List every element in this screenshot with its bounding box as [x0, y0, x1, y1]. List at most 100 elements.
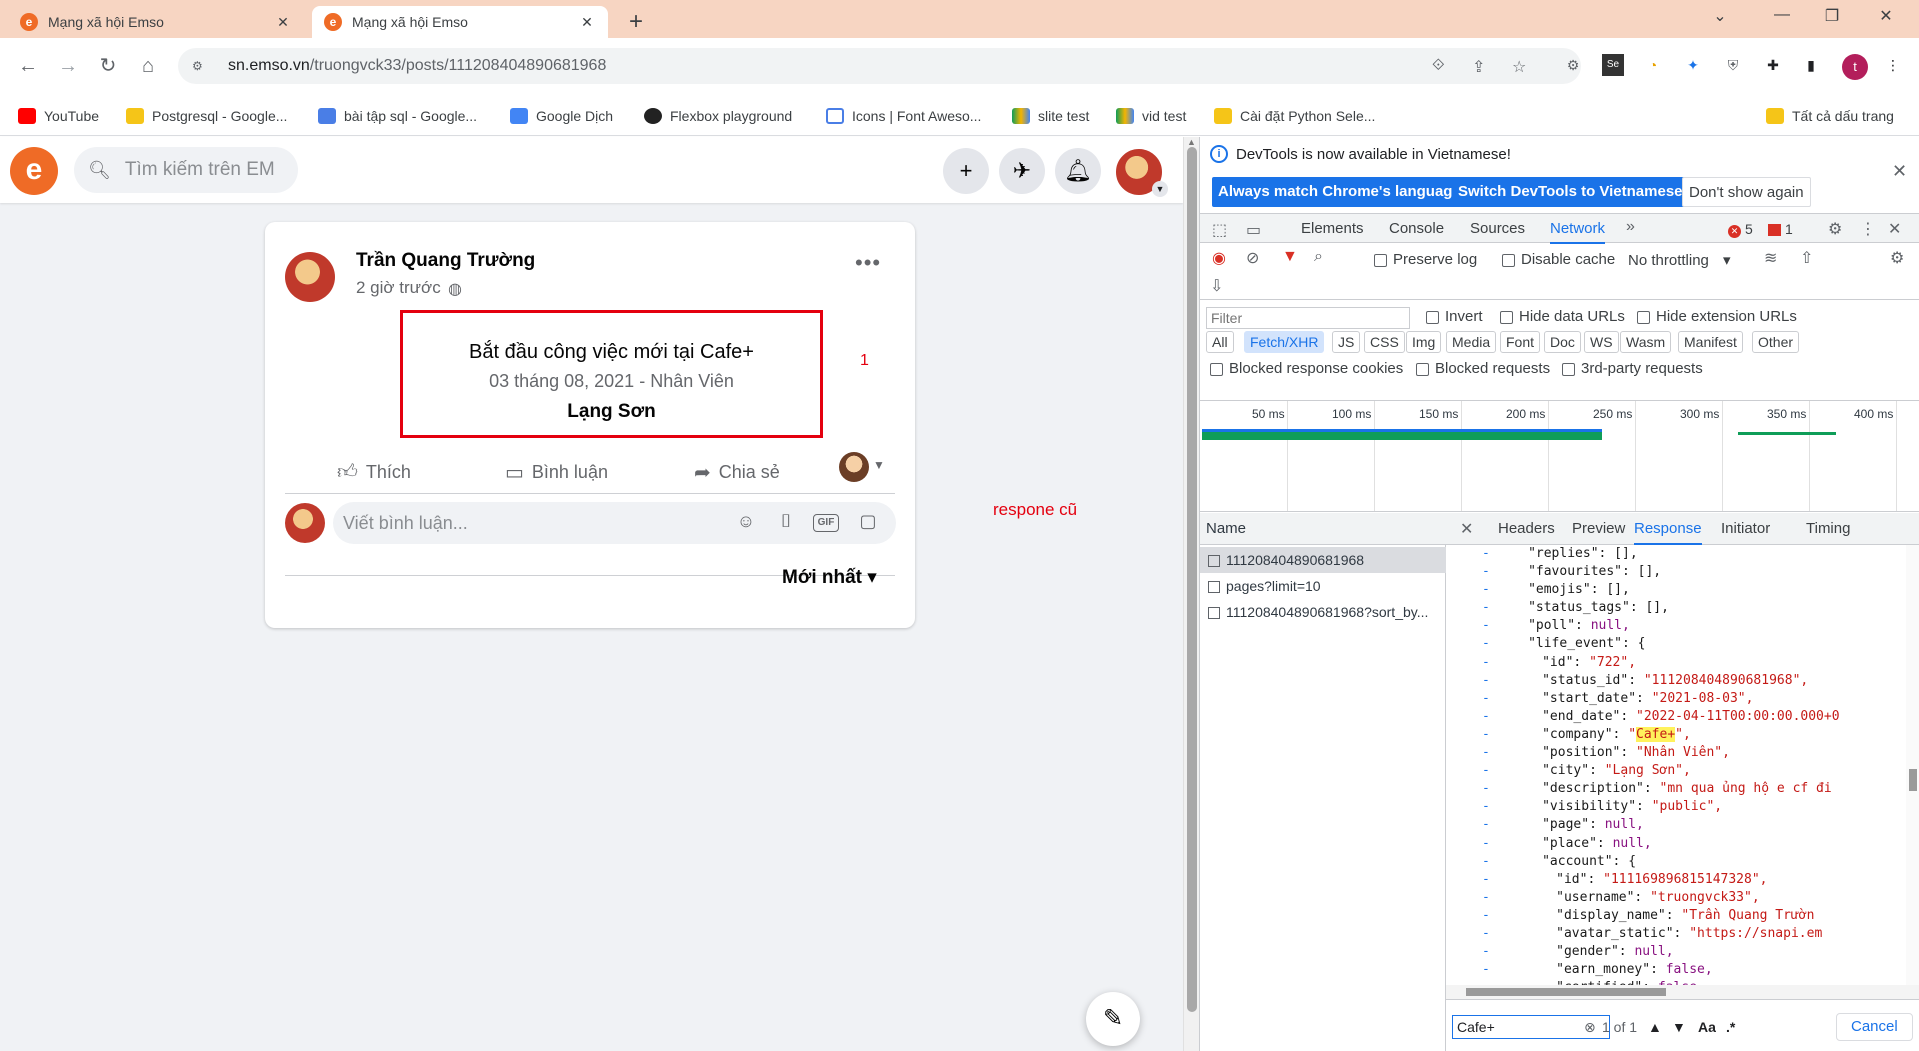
type-filter-js[interactable]: JS — [1332, 331, 1361, 353]
tab-sources[interactable]: Sources — [1470, 214, 1525, 244]
sticker-icon[interactable]: ▢ — [855, 511, 881, 535]
close-devtools-icon[interactable]: ✕ — [1888, 219, 1901, 239]
checkbox[interactable] — [1502, 253, 1515, 267]
match-case-button[interactable]: Aa — [1698, 1019, 1716, 1035]
throttling-select[interactable]: No throttling ▾ — [1628, 251, 1731, 269]
name-column-header[interactable]: Name — [1200, 513, 1446, 545]
bookmark-font-awesome[interactable]: Icons | Font Aweso... — [826, 108, 981, 124]
hide-data-urls-checkbox[interactable]: Hide data URLs — [1500, 308, 1625, 325]
always-match-language-button[interactable]: Always match Chrome's language — [1212, 177, 1467, 207]
checkbox[interactable] — [1416, 362, 1429, 376]
regex-button[interactable]: .* — [1726, 1019, 1735, 1035]
extension-clock-icon[interactable]: ◔ — [1642, 54, 1664, 76]
dont-show-again-button[interactable]: Don't show again — [1682, 177, 1811, 207]
profile-avatar[interactable]: t — [1842, 54, 1868, 80]
comment-button[interactable]: ▭ Bình luận — [505, 460, 608, 485]
search-icon[interactable]: ⌕ — [1314, 248, 1323, 266]
back-button[interactable]: ← — [14, 52, 42, 80]
import-har-icon[interactable]: ⇧ — [1800, 248, 1813, 268]
checkbox[interactable] — [1637, 310, 1650, 324]
bookmark-vid-test[interactable]: vid test — [1116, 108, 1186, 124]
home-button[interactable]: ⌂ — [134, 52, 162, 80]
extension-gear-icon[interactable]: ⚙ — [1562, 54, 1584, 76]
type-filter-ws[interactable]: WS — [1584, 331, 1619, 353]
next-match-icon[interactable]: ▼ — [1672, 1019, 1686, 1035]
type-filter-all[interactable]: All — [1206, 331, 1234, 353]
issues-badge[interactable]: 1 — [1768, 221, 1793, 237]
type-filter-manifest[interactable]: Manifest — [1678, 331, 1743, 353]
extension-shield-icon[interactable]: ⛨ — [1722, 54, 1744, 76]
inspect-element-icon[interactable]: ⬚ — [1212, 220, 1227, 240]
filter-input[interactable] — [1206, 307, 1410, 329]
emso-search-input[interactable] — [124, 159, 295, 181]
clear-search-icon[interactable]: ⊗ — [1584, 1019, 1596, 1036]
post-author-avatar[interactable] — [285, 252, 335, 302]
selenium-extension-icon[interactable]: Se — [1602, 54, 1624, 76]
request-row[interactable]: 111208404890681968?sort_by... — [1200, 599, 1446, 625]
hide-extension-urls-checkbox[interactable]: Hide extension URLs — [1637, 308, 1797, 325]
tab-headers[interactable]: Headers — [1498, 513, 1555, 545]
emoji-icon[interactable]: ☺ — [733, 511, 759, 535]
tab-timing[interactable]: Timing — [1806, 513, 1850, 545]
checkbox[interactable] — [1562, 362, 1575, 376]
errors-badge[interactable]: ✕ 5 — [1728, 221, 1753, 238]
chevron-down-icon[interactable]: ▼ — [1152, 181, 1168, 197]
comment-input[interactable] — [343, 512, 723, 534]
tab-response[interactable]: Response — [1634, 513, 1702, 545]
emso-logo[interactable]: e — [10, 147, 58, 195]
scroll-up-icon[interactable]: ▲ — [1187, 137, 1196, 147]
checkbox[interactable] — [1374, 253, 1387, 267]
close-banner-icon[interactable]: ✕ — [1892, 161, 1907, 182]
close-detail-icon[interactable]: ✕ — [1460, 519, 1473, 539]
clear-icon[interactable]: ⊘ — [1246, 248, 1259, 268]
bookmark-youtube[interactable]: YouTube — [18, 108, 99, 124]
bookmark-google-dich[interactable]: Google Dịch — [510, 108, 613, 124]
restore-icon[interactable]: ❐ — [1812, 6, 1852, 26]
close-tab-icon[interactable]: ✕ — [274, 14, 292, 31]
extension-react-icon[interactable]: ✦ — [1682, 54, 1704, 76]
customize-menu-icon[interactable]: ⋮ — [1860, 219, 1876, 239]
close-window-icon[interactable]: ✕ — [1866, 6, 1906, 26]
disable-cache-checkbox[interactable]: Disable cache — [1502, 251, 1615, 268]
blocked-cookies-checkbox[interactable]: Blocked response cookies — [1210, 360, 1403, 377]
type-filter-font[interactable]: Font — [1500, 331, 1541, 353]
tab-search-icon[interactable]: ⌄ — [1700, 6, 1740, 26]
translate-page-icon[interactable]: ⟐ — [1432, 57, 1445, 75]
third-party-checkbox[interactable]: 3rd-party requests — [1562, 360, 1703, 377]
previous-match-icon[interactable]: ▲ — [1648, 1019, 1662, 1035]
invert-checkbox[interactable]: Invert — [1426, 308, 1483, 325]
browser-tab-1[interactable]: e Mạng xã hội Emso ✕ — [8, 6, 304, 38]
type-filter-fetch-xhr[interactable]: Fetch/XHR — [1244, 331, 1325, 353]
gif-icon[interactable]: GIF — [813, 514, 839, 532]
record-stop-icon[interactable]: ◉ — [1212, 248, 1226, 268]
network-settings-icon[interactable]: ⚙ — [1890, 248, 1904, 268]
chevron-down-icon[interactable]: ▼ — [873, 458, 885, 472]
chrome-menu-icon[interactable]: ⋮ — [1882, 54, 1904, 76]
filter-funnel-icon[interactable]: ▼ — [1282, 248, 1298, 266]
type-filter-other[interactable]: Other — [1752, 331, 1800, 353]
more-options-icon[interactable]: ••• — [855, 250, 881, 276]
post-time[interactable]: 2 giờ trước — [356, 278, 441, 298]
tab-elements[interactable]: Elements — [1301, 214, 1364, 244]
tab-initiator[interactable]: Initiator — [1721, 513, 1770, 545]
more-tabs-icon[interactable]: » — [1626, 218, 1635, 236]
reload-button[interactable]: ↻ — [94, 52, 122, 80]
switch-to-vietnamese-button[interactable]: Switch DevTools to Vietnamese — [1452, 177, 1689, 207]
share-icon[interactable]: ⇪ — [1472, 57, 1485, 77]
notification-bell-icon[interactable]: 🔔︎ — [1055, 148, 1101, 194]
minimize-icon[interactable]: — — [1762, 6, 1802, 24]
all-bookmarks[interactable]: Tất cả dấu trang — [1766, 108, 1894, 124]
response-horizontal-scrollbar[interactable] — [1446, 985, 1919, 999]
export-har-icon[interactable]: ⇩ — [1210, 276, 1223, 296]
compose-icon[interactable]: ✎ — [1086, 992, 1140, 1046]
post-author-name[interactable]: Trần Quang Trường — [356, 250, 535, 272]
bookmark-star-icon[interactable]: ☆ — [1512, 57, 1526, 77]
side-panel-icon[interactable]: ▮ — [1800, 54, 1822, 76]
tab-preview[interactable]: Preview — [1572, 513, 1625, 545]
messenger-icon[interactable]: ✈ — [999, 148, 1045, 194]
type-filter-img[interactable]: Img — [1406, 331, 1442, 353]
type-filter-media[interactable]: Media — [1446, 331, 1497, 353]
type-filter-wasm[interactable]: Wasm — [1620, 331, 1672, 353]
checkbox[interactable] — [1426, 310, 1439, 324]
sort-dropdown[interactable]: Mới nhất ▾ — [782, 566, 877, 589]
